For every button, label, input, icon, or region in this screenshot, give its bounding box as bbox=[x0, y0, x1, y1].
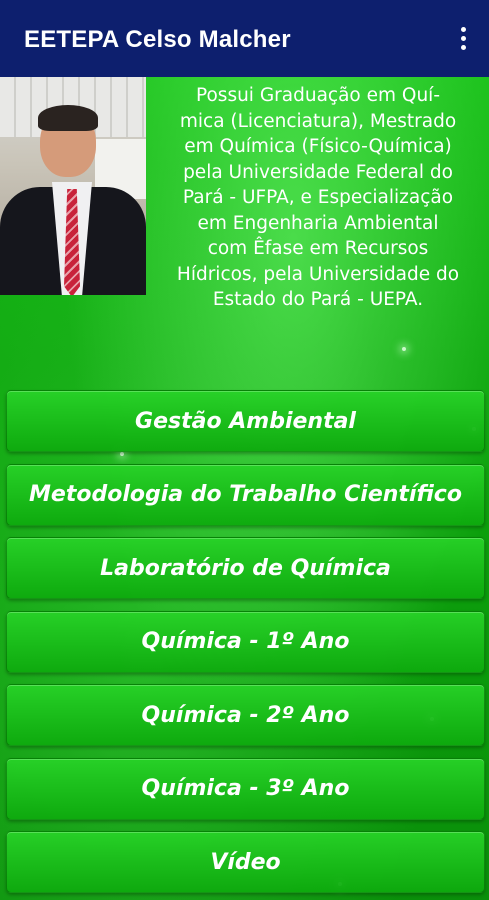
menu-button-quimica-1-ano[interactable]: Química - 1º Ano bbox=[6, 610, 485, 673]
bio-line: em Química (Físico-Química) bbox=[184, 136, 452, 157]
bio-text: Possui Graduação em Quí- mica (Licenciat… bbox=[150, 83, 486, 313]
menu-dot bbox=[460, 44, 466, 50]
app-title: EETEPA Celso Malcher bbox=[24, 26, 291, 53]
menu-button-metodologia[interactable]: Metodologia do Trabalho Científico bbox=[6, 463, 485, 526]
profile-photo bbox=[0, 77, 146, 295]
app-bar: EETEPA Celso Malcher bbox=[0, 0, 489, 77]
menu-button-quimica-3-ano[interactable]: Química - 3º Ano bbox=[6, 757, 485, 820]
main-content: Possui Graduação em Quí- mica (Licenciat… bbox=[0, 77, 489, 900]
bio-line: mica (Licenciatura), Mestrado bbox=[179, 110, 457, 132]
menu-dot bbox=[460, 26, 466, 32]
app-screen: EETEPA Celso Malcher Possui Graduação em… bbox=[0, 0, 489, 900]
menu-list: Gestão Ambiental Metodologia do Trabalho… bbox=[6, 390, 485, 900]
more-vert-icon[interactable] bbox=[451, 22, 475, 54]
bio-line: Pará - UFPA, e Especialização bbox=[182, 187, 454, 208]
bio-line: Estado do Pará - UEPA. bbox=[212, 289, 424, 310]
sparkle-decoration bbox=[402, 347, 406, 351]
bio-line: Possui Graduação em Quí- bbox=[195, 85, 440, 106]
photo-hair bbox=[38, 105, 98, 131]
bio-line: pela Universidade Federal do bbox=[183, 161, 453, 183]
menu-button-video[interactable]: Vídeo bbox=[6, 831, 485, 893]
menu-button-gestao-ambiental[interactable]: Gestão Ambiental bbox=[6, 390, 485, 452]
menu-button-quimica-2-ano[interactable]: Química - 2º Ano bbox=[6, 684, 485, 746]
menu-dot bbox=[460, 35, 466, 41]
bio-line: com Êfase em Recursos bbox=[207, 238, 429, 259]
bio-line: em Engenharia Ambiental bbox=[197, 212, 439, 234]
menu-button-laboratorio[interactable]: Laboratório de Química bbox=[6, 537, 485, 599]
bio-line: Hídricos, pela Universidade do bbox=[176, 263, 460, 285]
